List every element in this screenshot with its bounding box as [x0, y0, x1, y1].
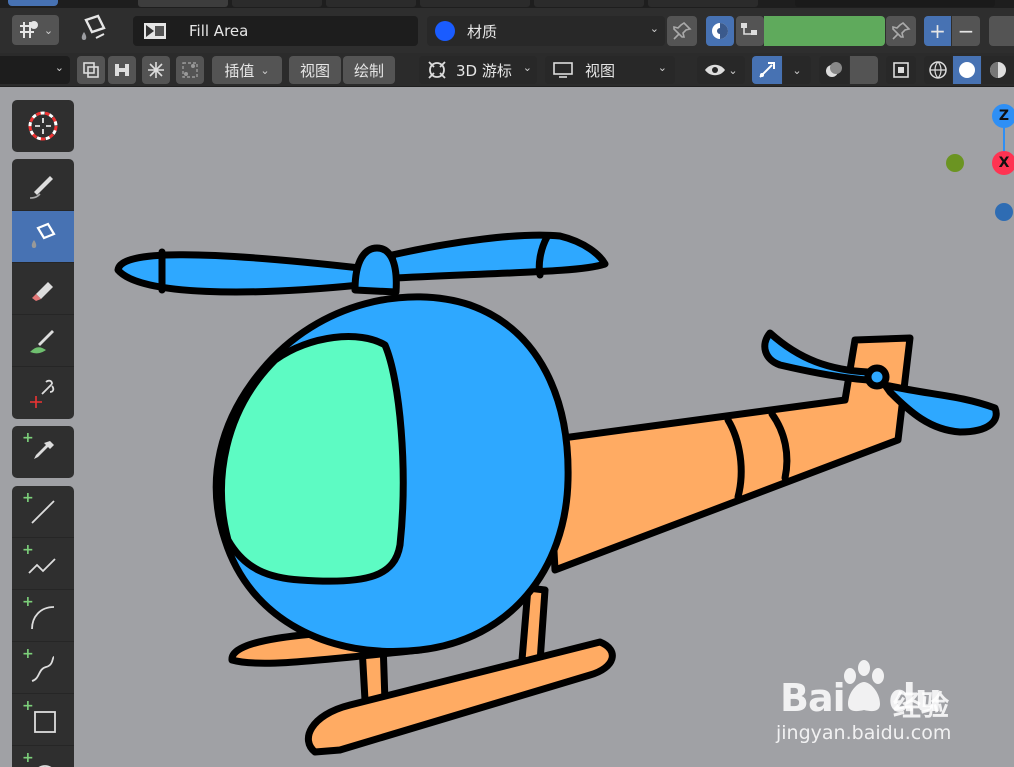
view-menu[interactable]: 视图 — [289, 56, 341, 84]
extra-options-button[interactable] — [989, 16, 1014, 46]
vertex-color-mode-icon[interactable] — [706, 16, 734, 46]
material-label: 材质 — [467, 22, 498, 41]
brush-preview-icon — [144, 23, 166, 39]
main-rotor-blade-right — [388, 231, 609, 282]
workspace-tab-strip — [0, 0, 1014, 8]
grid-brush-icon — [19, 21, 38, 38]
stroke-placement-label: 视图 — [585, 61, 616, 80]
remove-button[interactable]: − — [952, 16, 980, 46]
visibility-dropdown[interactable]: ⌄ — [697, 56, 745, 84]
main-rotor-blade-left — [114, 251, 364, 296]
workspace-tab-active[interactable] — [138, 0, 228, 7]
workspace-tab[interactable] — [326, 0, 416, 7]
workspace-tab[interactable] — [232, 0, 322, 7]
pin-icon-2[interactable] — [886, 16, 916, 46]
brush-name-label: Fill Area — [189, 22, 249, 40]
drawing-plane-dropdown[interactable]: 3D 游标 ⌄ — [419, 56, 537, 84]
brush-name-field[interactable]: Fill Area — [133, 16, 418, 46]
eye-icon — [705, 64, 726, 76]
monitor-icon — [553, 62, 573, 78]
material-selector[interactable]: 材质 ⌄ — [427, 16, 665, 46]
stroke-placement-dropdown[interactable]: 视图 ⌄ — [545, 56, 675, 84]
wireframe-shading-icon[interactable] — [924, 56, 952, 84]
cockpit-window — [218, 333, 407, 585]
grease-pencil-mode-dropdown[interactable]: ⌄ — [12, 15, 59, 45]
interpolate-label: 插值 — [224, 61, 255, 80]
material-color-swatch — [435, 21, 455, 41]
view-menu-label: 视图 — [299, 61, 330, 80]
workspace-tab[interactable] — [420, 0, 530, 7]
overlay-icon[interactable] — [819, 56, 849, 84]
layers-icon[interactable] — [77, 56, 105, 84]
add-button[interactable]: + — [924, 16, 951, 46]
viewport-header: ⌄ 插值 ⌄ 视图 绘制 3D 游标 ⌄ 视图 ⌄ ⌄ ⌄ — [0, 53, 1014, 87]
interpolate-menu[interactable]: 插值 ⌄ — [212, 56, 282, 84]
watermark-bai: Bai — [780, 676, 846, 720]
material-shading-icon[interactable] — [982, 56, 1014, 84]
tail-rotor-hub — [864, 364, 890, 390]
gizmo-dropdown[interactable]: ⌄ — [783, 56, 811, 84]
solid-shading-icon[interactable] — [953, 56, 981, 84]
xray-icon[interactable] — [886, 56, 916, 84]
watermark-cn: 经验 — [893, 689, 950, 722]
blender-window: ⌄ Fill Area 材质 ⌄ + − ⌄ 插值 ⌄ 视图 绘制 3D 游标 … — [0, 0, 1014, 767]
editor-type-button[interactable] — [8, 0, 58, 6]
draw-menu-label: 绘制 — [353, 61, 384, 80]
overlay-dropdown[interactable] — [850, 56, 878, 84]
mode-dropdown[interactable]: ⌄ — [0, 56, 70, 84]
weight-icon[interactable] — [108, 56, 136, 84]
snowflake-icon[interactable] — [142, 56, 170, 84]
workspace-tab[interactable] — [534, 0, 644, 7]
fill-bucket-icon[interactable] — [76, 12, 112, 48]
drawing-plane-label: 3D 游标 — [456, 61, 512, 80]
scene-selector[interactable] — [795, 0, 995, 7]
rotor-mast — [351, 244, 400, 296]
pin-icon[interactable] — [667, 16, 697, 46]
watermark-url: jingyan.baidu.com — [776, 722, 952, 744]
tool-settings-header: ⌄ Fill Area 材质 ⌄ + − — [0, 8, 1014, 53]
gizmo-toggle-icon[interactable] — [752, 56, 782, 84]
3d-cursor-icon — [428, 61, 446, 79]
fill-color-swatch[interactable] — [764, 16, 885, 46]
workspace-tab[interactable] — [648, 0, 758, 7]
hierarchy-icon[interactable] — [736, 16, 764, 46]
multiframe-icon[interactable] — [176, 56, 204, 84]
draw-menu[interactable]: 绘制 — [343, 56, 395, 84]
baidu-paw-icon — [844, 660, 884, 712]
